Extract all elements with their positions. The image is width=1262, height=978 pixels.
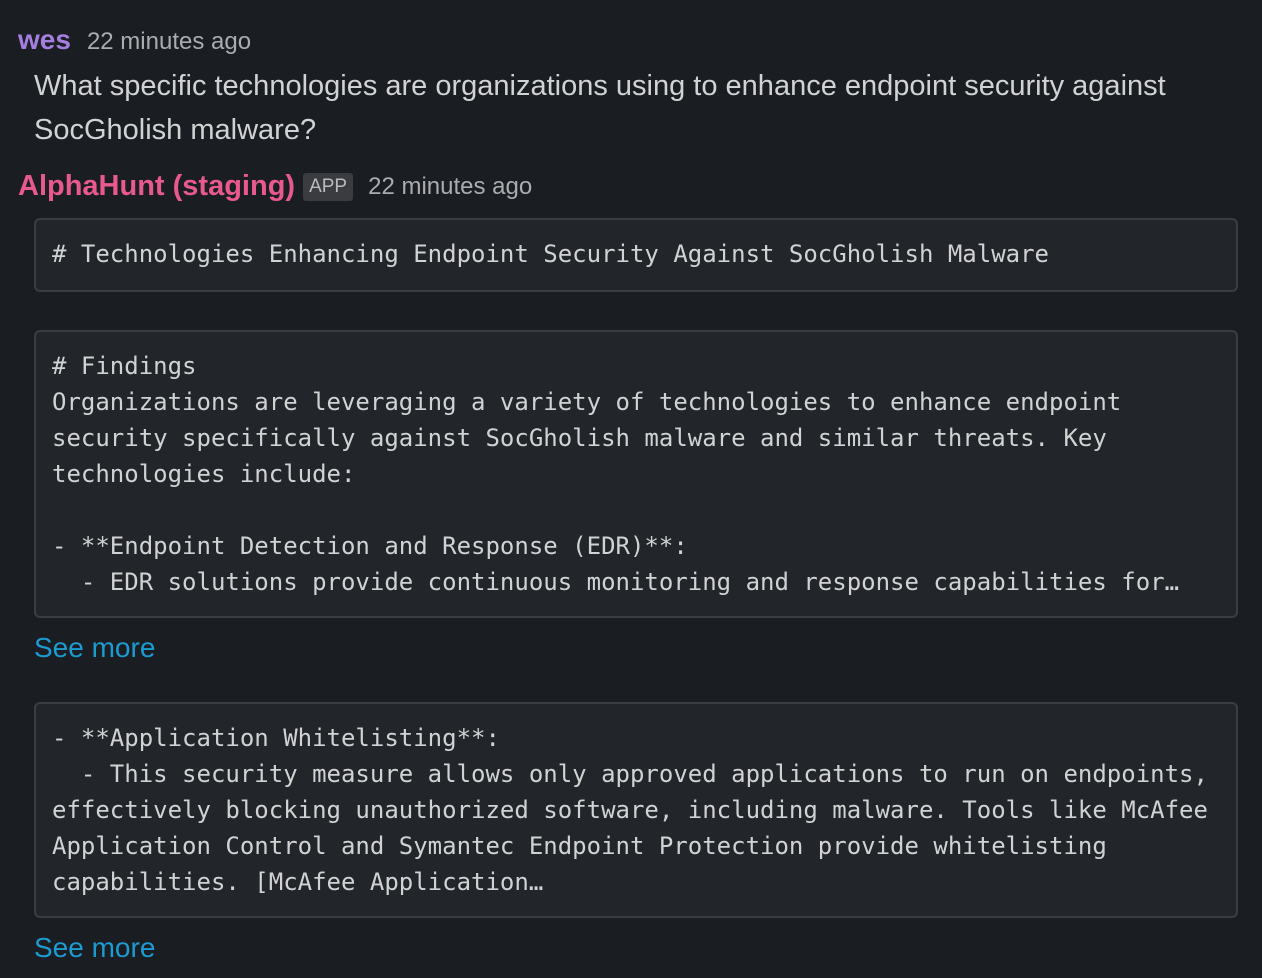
author-name[interactable]: AlphaHunt (staging) (18, 170, 295, 203)
app-badge: APP (303, 172, 354, 201)
message-pane: wes 22 minutes ago What specific technol… (0, 0, 1262, 978)
author-name[interactable]: wes (18, 24, 71, 56)
see-more-link[interactable]: See more (34, 632, 155, 664)
message-timestamp[interactable]: 22 minutes ago (87, 28, 251, 56)
message-header: wes 22 minutes ago (18, 24, 251, 56)
see-more-link[interactable]: See more (34, 932, 155, 964)
message-text: What specific technologies are organizat… (34, 70, 1166, 146)
message-timestamp[interactable]: 22 minutes ago (368, 173, 532, 201)
message-header: AlphaHunt (staging) APP 22 minutes ago (18, 170, 532, 203)
code-block-findings: # Findings Organizations are leveraging … (34, 330, 1238, 618)
code-block-title: # Technologies Enhancing Endpoint Securi… (34, 218, 1238, 292)
code-block-whitelisting: - **Application Whitelisting**: - This s… (34, 702, 1238, 918)
